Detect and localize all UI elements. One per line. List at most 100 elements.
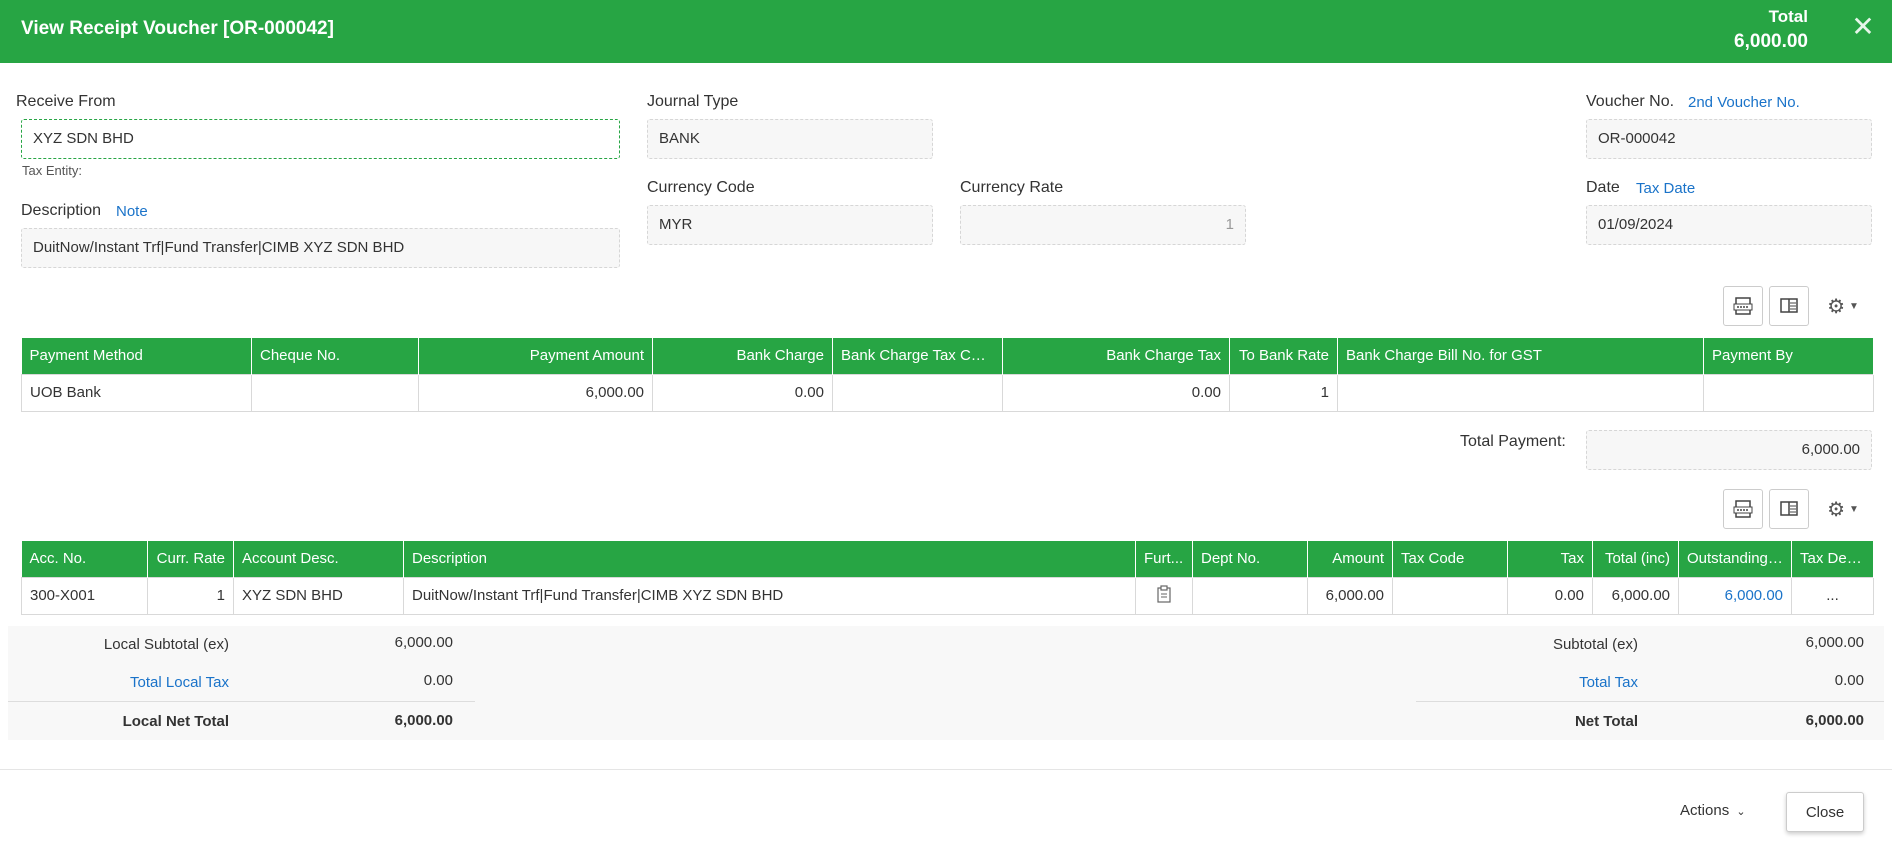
col-total-inc[interactable]: Total (inc) [1592, 541, 1679, 577]
payment-table: Payment Method Cheque No. Payment Amount… [21, 338, 1874, 412]
col-cheque-no[interactable]: Cheque No. [251, 338, 419, 374]
tax-detail-button[interactable]: ... [1791, 576, 1874, 615]
chevron-down-icon: ⌄ [1736, 806, 1746, 818]
voucher-no-field[interactable]: OR-000042 [1586, 119, 1872, 159]
export-xlsx-button[interactable] [1723, 286, 1763, 326]
second-voucher-no-link[interactable]: 2nd Voucher No. [1688, 94, 1800, 111]
receive-from-field[interactable]: XYZ SDN BHD [21, 119, 620, 159]
col-amount[interactable]: Amount [1307, 541, 1393, 577]
col-bank-charge-tax-code[interactable]: Bank Charge Tax Code [832, 338, 1003, 374]
cell-bank-charge-tax[interactable]: 0.00 [1002, 373, 1230, 412]
column-chooser-icon [1780, 501, 1798, 516]
col-to-bank-rate[interactable]: To Bank Rate [1229, 338, 1338, 374]
subtotal-label: Subtotal (ex) [1552, 636, 1638, 653]
subtotal-value: 6,000.00 [1805, 634, 1864, 651]
description-field[interactable]: DuitNow/Instant Trf|Fund Transfer|CIMB X… [21, 228, 620, 268]
col-payment-by[interactable]: Payment By [1703, 338, 1874, 374]
col-account-desc[interactable]: Account Desc. [233, 541, 404, 577]
column-chooser-icon [1780, 298, 1798, 313]
date-field[interactable]: 01/09/2024 [1586, 205, 1872, 245]
note-link[interactable]: Note [116, 203, 148, 220]
currency-rate-label: Currency Rate [960, 179, 1064, 196]
receive-from-label: Receive From [16, 93, 116, 110]
close-icon[interactable]: ✕ [1848, 12, 1878, 42]
net-total-value: 6,000.00 [1805, 712, 1864, 729]
cell-description[interactable]: DuitNow/Instant Trf|Fund Transfer|CIMB X… [403, 576, 1136, 615]
total-local-tax-link[interactable]: Total Local Tax [8, 674, 229, 691]
column-chooser-button[interactable] [1769, 286, 1809, 326]
local-net-total-value: 6,000.00 [394, 712, 453, 729]
cell-tax-code[interactable] [1392, 576, 1508, 615]
clipboard-icon[interactable] [1156, 584, 1172, 603]
col-tax-code[interactable]: Tax Code [1392, 541, 1508, 577]
tax-date-link[interactable]: Tax Date [1636, 180, 1695, 197]
cell-payment-by[interactable] [1703, 373, 1874, 412]
grid-settings-button[interactable]: ⚙ ▼ [1821, 286, 1865, 326]
column-chooser-button-2[interactable] [1769, 489, 1809, 529]
col-tax-detail[interactable]: Tax Detail [1791, 541, 1874, 577]
total-local-tax-value: 0.00 [423, 672, 453, 689]
cell-amount[interactable]: 6,000.00 [1307, 576, 1393, 615]
col-bank-charge[interactable]: Bank Charge [652, 338, 833, 374]
cell-bank-charge-bill-no[interactable] [1337, 373, 1704, 412]
actions-label: Actions [1680, 802, 1730, 819]
cell-payment-amount[interactable]: 6,000.00 [418, 373, 653, 412]
col-description[interactable]: Description [403, 541, 1136, 577]
col-tax[interactable]: Tax [1507, 541, 1593, 577]
chevron-down-icon: ▼ [1849, 300, 1859, 312]
col-outstanding[interactable]: Outstanding ... [1678, 541, 1792, 577]
close-button[interactable]: Close [1786, 792, 1864, 832]
voucher-no-label: Voucher No. [1586, 93, 1675, 110]
description-label: Description [21, 202, 102, 219]
detail-table-header: Acc. No. Curr. Rate Account Desc. Descri… [21, 541, 1874, 577]
currency-code-label: Currency Code [647, 179, 755, 196]
totals-section: Local Subtotal (ex) 6,000.00 Total Local… [8, 626, 1884, 740]
col-further-description[interactable]: Furt... [1135, 541, 1193, 577]
net-total-label: Net Total [1574, 713, 1638, 730]
journal-type-field[interactable]: BANK [647, 119, 933, 159]
col-payment-amount[interactable]: Payment Amount [418, 338, 653, 374]
export-xlsx-button-2[interactable] [1723, 489, 1763, 529]
cell-acc-no[interactable]: 300-X001 [21, 576, 148, 615]
cell-total-inc[interactable]: 6,000.00 [1592, 576, 1679, 615]
local-net-total-label: Local Net Total [122, 713, 229, 730]
journal-type-label: Journal Type [647, 93, 739, 110]
total-tax-link[interactable]: Total Tax [1308, 674, 1638, 691]
cell-tax[interactable]: 0.00 [1507, 576, 1593, 615]
actions-menu-button[interactable]: Actions ⌄ [1680, 802, 1746, 819]
table-row[interactable]: 300-X001 1 XYZ SDN BHD DuitNow/Instant T… [21, 576, 1874, 615]
cell-bank-charge[interactable]: 0.00 [652, 373, 833, 412]
col-dept-no[interactable]: Dept No. [1192, 541, 1308, 577]
cell-further-description[interactable] [1135, 576, 1193, 615]
cell-cheque-no[interactable] [251, 373, 419, 412]
dialog-title: View Receipt Voucher [OR-000042] [21, 18, 334, 39]
tax-entity-label: Tax Entity: [22, 163, 82, 178]
total-tax-value: 0.00 [1834, 672, 1864, 689]
table-row[interactable]: UOB Bank 6,000.00 0.00 0.00 1 [21, 373, 1874, 412]
col-acc-no[interactable]: Acc. No. [21, 541, 148, 577]
col-curr-rate[interactable]: Curr. Rate [147, 541, 234, 577]
gear-icon: ⚙ [1827, 498, 1846, 521]
cell-curr-rate[interactable]: 1 [147, 576, 234, 615]
totals-divider [1416, 701, 1884, 702]
cell-to-bank-rate[interactable]: 1 [1229, 373, 1338, 412]
currency-code-field[interactable]: MYR [647, 205, 933, 245]
gear-icon: ⚙ [1827, 295, 1846, 318]
outstanding-link[interactable]: 6,000.00 [1725, 587, 1783, 604]
cell-bank-charge-tax-code[interactable] [832, 373, 1003, 412]
date-label: Date [1586, 179, 1620, 196]
dialog-header: View Receipt Voucher [OR-000042] Total 6… [0, 0, 1892, 63]
cell-payment-method[interactable]: UOB Bank [21, 373, 252, 412]
footer-divider [0, 769, 1892, 770]
col-bank-charge-bill-no[interactable]: Bank Charge Bill No. for GST [1337, 338, 1704, 374]
cell-account-desc[interactable]: XYZ SDN BHD [233, 576, 404, 615]
chevron-down-icon: ▼ [1849, 503, 1859, 515]
col-bank-charge-tax[interactable]: Bank Charge Tax [1002, 338, 1230, 374]
xlsx-export-icon [1733, 297, 1753, 315]
local-subtotal-value: 6,000.00 [394, 634, 453, 651]
currency-rate-field[interactable]: 1 [960, 205, 1246, 245]
grid-settings-button-2[interactable]: ⚙ ▼ [1821, 489, 1865, 529]
col-payment-method[interactable]: Payment Method [21, 338, 252, 374]
total-payment-label: Total Payment: [1460, 433, 1566, 450]
cell-dept-no[interactable] [1192, 576, 1308, 615]
